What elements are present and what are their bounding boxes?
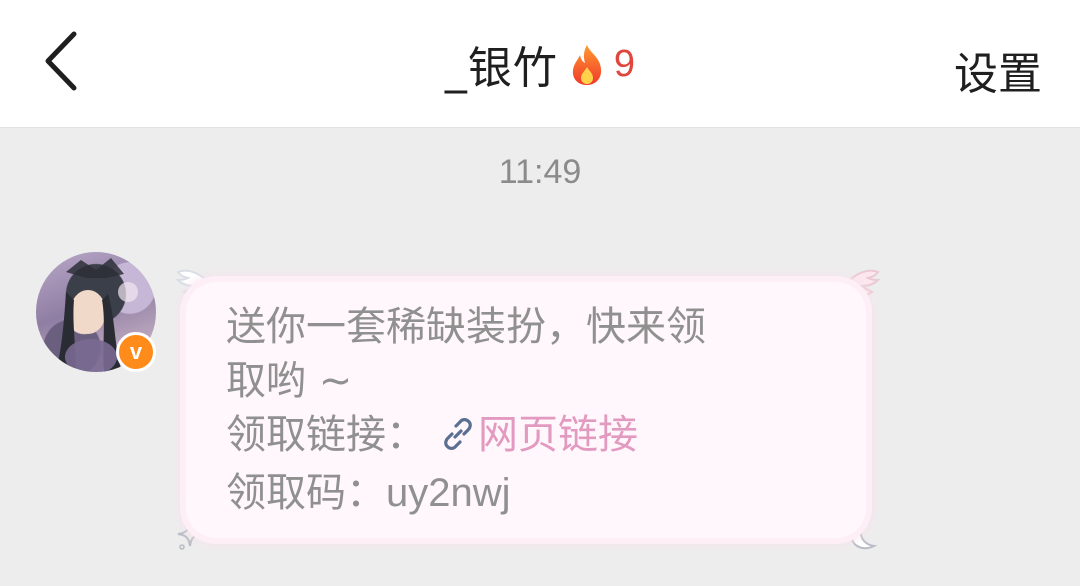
back-button[interactable] xyxy=(30,28,90,98)
redeem-code[interactable]: uy2nwj xyxy=(386,471,511,515)
top-bar: _银竹 9 设置 xyxy=(0,0,1080,128)
web-link[interactable]: 网页链接 xyxy=(478,412,638,458)
link-row: 领取链接： 网页链接 xyxy=(226,408,826,466)
link-icon xyxy=(440,412,476,466)
message-text-line: 取哟 ~ xyxy=(226,358,353,404)
link-label: 领取链接： xyxy=(226,412,426,458)
message-text-line: 送你一套稀缺装扮，快来领 xyxy=(226,304,706,350)
chat-title: _银竹 xyxy=(444,43,558,94)
verified-badge: v xyxy=(116,332,156,372)
chevron-left-icon xyxy=(40,30,80,96)
code-label: 领取码： xyxy=(226,470,386,516)
message-bubble: 送你一套稀缺装扮，快来领 取哟 ~ 领取链接： 网页链接 领取码：uy2nwj xyxy=(186,282,866,538)
code-row: 领取码：uy2nwj xyxy=(226,466,826,520)
fire-icon xyxy=(568,43,606,87)
settings-button[interactable]: 设置 xyxy=(954,38,1042,102)
streak-count: 9 xyxy=(613,42,636,85)
message-timestamp: 11:49 xyxy=(498,153,582,191)
